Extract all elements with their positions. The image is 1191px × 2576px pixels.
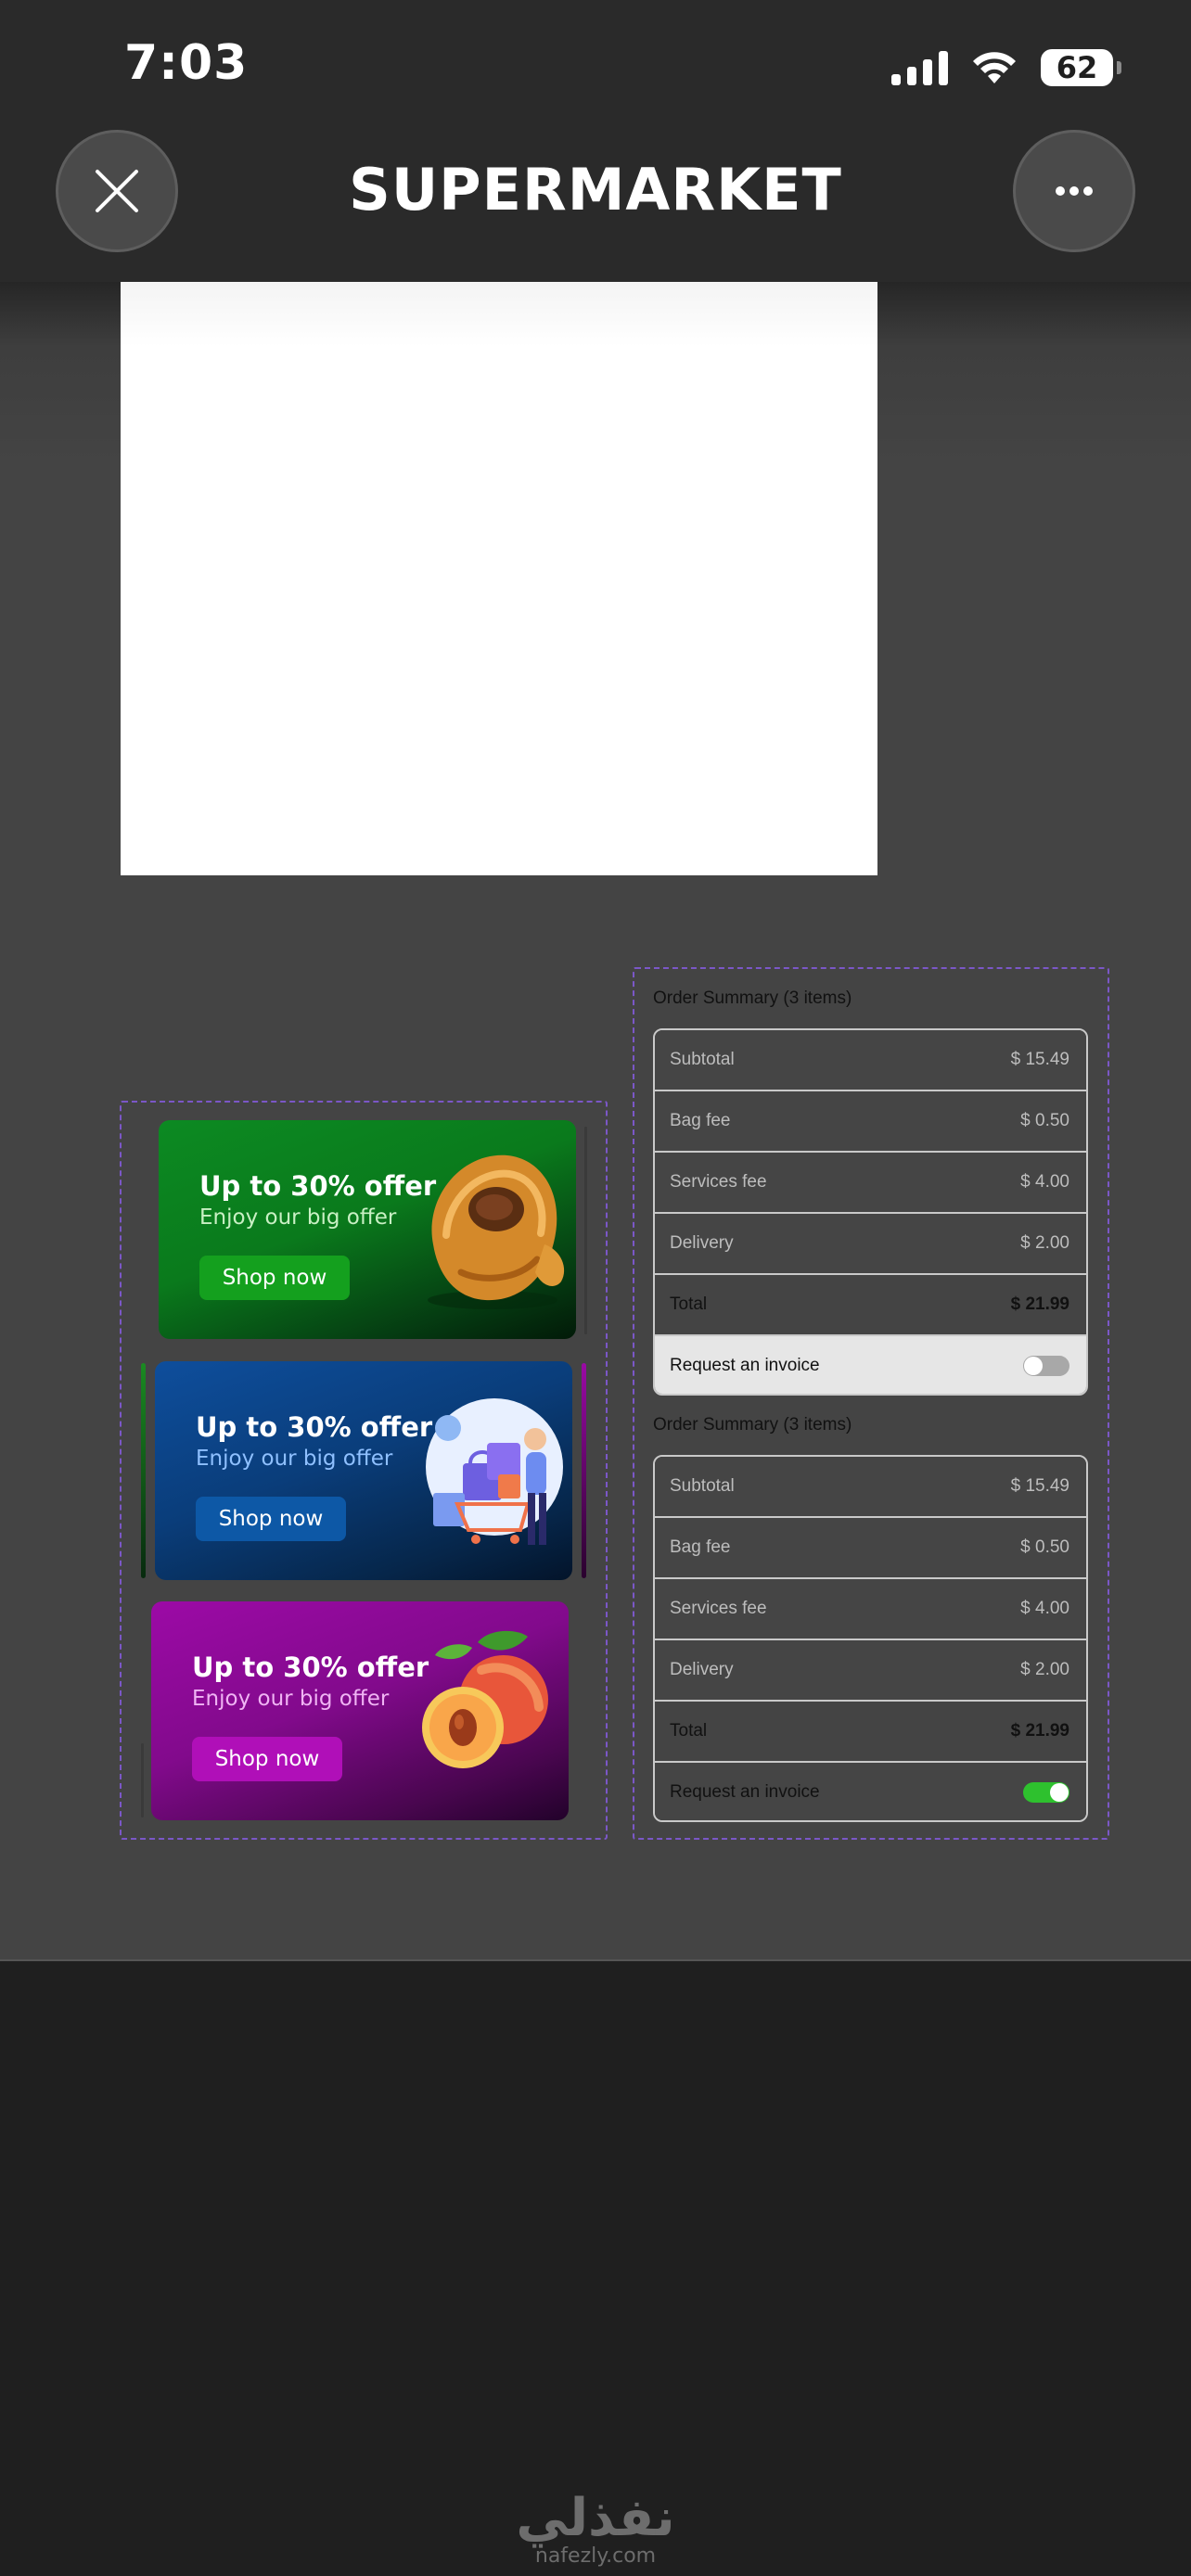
summary-row-services-fee: Services fee $ 4.00 [655, 1579, 1086, 1640]
watermark-logo-arabic: نفذلي [516, 2488, 675, 2548]
row-value: $ 0.50 [1020, 1111, 1069, 1130]
toggle-knob [1050, 1783, 1069, 1802]
promo-banner-green[interactable]: Up to 30% offer Enjoy our big offer Shop… [159, 1120, 576, 1339]
banner-side-strip [141, 1363, 146, 1578]
row-value: $ 21.99 [1010, 1294, 1069, 1314]
row-label: Total [670, 1294, 708, 1314]
banner-side-strip [584, 1127, 587, 1334]
row-label: Services fee [670, 1172, 767, 1192]
invoice-label: Request an invoice [670, 1356, 820, 1375]
battery-level: 62 [1056, 50, 1098, 85]
row-value: $ 2.00 [1020, 1660, 1069, 1679]
summary-row-total: Total $ 21.99 [655, 1275, 1086, 1336]
status-time: 7:03 [124, 35, 249, 91]
order-summary-card: Subtotal $ 15.49 Bag fee $ 0.50 Services… [653, 1455, 1088, 1822]
row-label: Bag fee [670, 1111, 731, 1130]
summary-row-delivery: Delivery $ 2.00 [655, 1214, 1086, 1275]
banner-side-strip [582, 1363, 586, 1578]
banner-subtitle: Enjoy our big offer [192, 1687, 390, 1711]
shop-now-button[interactable]: Shop now [192, 1737, 342, 1781]
status-bar: 7:03 62 [0, 0, 1191, 130]
summary-row-delivery: Delivery $ 2.00 [655, 1640, 1086, 1702]
summary-row-bag-fee: Bag fee $ 0.50 [655, 1518, 1086, 1579]
banner-title: Up to 30% offer [192, 1651, 429, 1683]
watermark: نفذلي nafezly.com [0, 2488, 1191, 2569]
banner-title: Up to 30% offer [196, 1411, 433, 1443]
croissant-icon [428, 1154, 565, 1309]
row-value: $ 21.99 [1010, 1721, 1069, 1741]
promo-banner-purple[interactable]: Up to 30% offer Enjoy our big offer Shop… [151, 1601, 569, 1820]
status-icons: 62 [891, 43, 1121, 93]
summary-row-total: Total $ 21.99 [655, 1702, 1086, 1763]
banner-side-strip [141, 1743, 144, 1817]
invoice-toggle[interactable] [1023, 1782, 1069, 1803]
canvas-divider [0, 1959, 1191, 1961]
row-label: Bag fee [670, 1537, 731, 1557]
watermark-logo-latin: nafezly.com [534, 2544, 657, 2568]
row-label: Delivery [670, 1233, 734, 1253]
order-summary-card: Subtotal $ 15.49 Bag fee $ 0.50 Services… [653, 1028, 1088, 1396]
banner-title: Up to 30% offer [199, 1170, 437, 1202]
summary-row-subtotal: Subtotal $ 15.49 [655, 1457, 1086, 1518]
invoice-toggle[interactable] [1023, 1356, 1069, 1376]
row-label: Total [670, 1721, 708, 1741]
request-invoice-row[interactable]: Request an invoice [655, 1763, 1086, 1820]
cellular-signal-icon [891, 50, 948, 85]
summary-row-bag-fee: Bag fee $ 0.50 [655, 1091, 1086, 1153]
shop-now-button[interactable]: Shop now [199, 1256, 350, 1300]
toggle-knob [1024, 1357, 1043, 1375]
row-label: Subtotal [670, 1050, 735, 1069]
row-value: $ 0.50 [1020, 1537, 1069, 1557]
row-value: $ 2.00 [1020, 1233, 1069, 1253]
shopping-cart-icon [426, 1398, 563, 1545]
promo-banner-blue[interactable]: Up to 30% offer Enjoy our big offer Shop… [155, 1361, 572, 1580]
row-value: $ 15.49 [1010, 1050, 1069, 1069]
order-summary-title: Order Summary (3 items) [653, 988, 852, 1008]
blank-artboard[interactable] [121, 282, 877, 875]
banner-subtitle: Enjoy our big offer [199, 1205, 397, 1230]
peach-icon [422, 1630, 548, 1768]
wifi-icon [973, 52, 1016, 83]
row-label: Delivery [670, 1660, 734, 1679]
shop-now-button[interactable]: Shop now [196, 1497, 346, 1541]
row-label: Subtotal [670, 1476, 735, 1496]
invoice-label: Request an invoice [670, 1782, 820, 1802]
battery-icon: 62 [1041, 49, 1121, 86]
more-button[interactable] [1013, 130, 1135, 252]
request-invoice-row[interactable]: Request an invoice [655, 1336, 1086, 1394]
row-label: Services fee [670, 1599, 767, 1618]
more-icon [1056, 186, 1093, 196]
summary-row-services-fee: Services fee $ 4.00 [655, 1153, 1086, 1214]
banner-subtitle: Enjoy our big offer [196, 1447, 393, 1471]
row-value: $ 4.00 [1020, 1172, 1069, 1192]
summary-row-subtotal: Subtotal $ 15.49 [655, 1030, 1086, 1091]
nav-bar: SUPERMARKET [0, 130, 1191, 282]
row-value: $ 4.00 [1020, 1599, 1069, 1618]
order-summary-title: Order Summary (3 items) [653, 1415, 852, 1435]
row-value: $ 15.49 [1010, 1476, 1069, 1496]
